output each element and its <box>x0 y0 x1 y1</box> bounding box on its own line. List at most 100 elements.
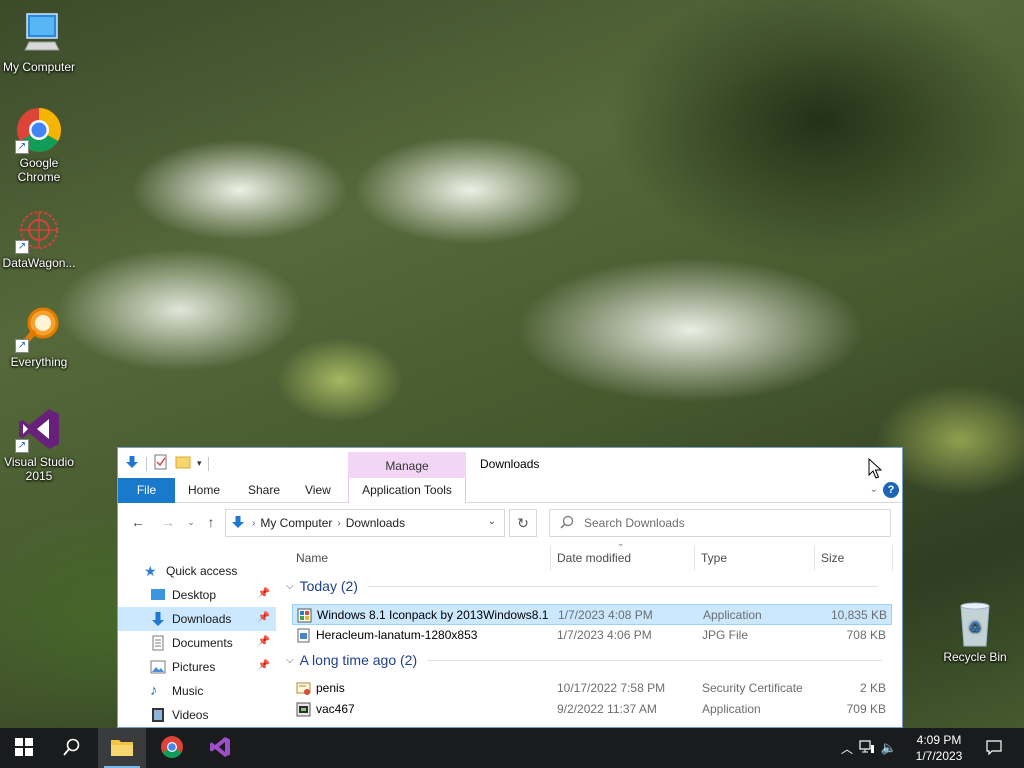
nav-music[interactable]: ♪ Music <box>118 679 276 703</box>
file-name: Heracleum-lanatum-1280x853 <box>316 628 478 642</box>
window-title: Downloads <box>480 457 540 471</box>
svg-text:♻: ♻ <box>969 620 982 636</box>
chevron-down-icon[interactable]: ▾ <box>197 458 202 469</box>
desktop-icon-my-computer[interactable]: My Computer <box>0 10 78 74</box>
breadcrumb-my-computer[interactable]: My Computer <box>260 516 332 530</box>
file-date: 1/7/2023 4:08 PM <box>558 608 653 622</box>
action-center-button[interactable] <box>974 728 1014 768</box>
taskbar-clock[interactable]: 4:09 PM 1/7/2023 <box>904 732 974 764</box>
downloads-folder-icon <box>150 611 166 627</box>
file-row[interactable]: Heracleum-lanatum-1280x853 1/7/2023 4:06… <box>292 625 892 646</box>
expand-ribbon-icon[interactable]: ⌄ <box>870 484 878 495</box>
computer-icon <box>15 10 63 58</box>
group-header-long-time-ago[interactable]: ⌵ A long time ago (2) <box>286 652 883 668</box>
taskbar-file-explorer[interactable] <box>98 728 146 768</box>
nav-videos[interactable]: Videos <box>118 703 276 727</box>
nav-desktop[interactable]: Desktop 📌 <box>118 583 276 607</box>
down-arrow-icon[interactable] <box>124 454 140 473</box>
pin-icon[interactable]: 📌 <box>258 660 270 671</box>
taskbar-visual-studio[interactable] <box>196 728 244 768</box>
column-header-name[interactable]: Name <box>296 548 328 568</box>
taskbar: ︿ 🔈 4:09 PM 1/7/2023 <box>0 728 1024 768</box>
desktop-icon-label: Google Chrome <box>17 156 61 184</box>
pin-icon[interactable]: 📌 <box>258 588 270 599</box>
column-header-size[interactable]: Size <box>821 548 844 568</box>
file-row[interactable]: penis 10/17/2022 7:58 PM Security Certif… <box>292 678 892 699</box>
mouse-cursor-icon <box>868 457 883 483</box>
chevron-down-icon[interactable]: ⌄ <box>488 516 496 527</box>
datawagon-icon: ↗ <box>15 206 63 254</box>
column-divider[interactable] <box>814 545 815 571</box>
file-row[interactable]: vac467 9/2/2022 11:37 AM Application 709… <box>292 699 892 720</box>
search-box[interactable]: Search Downloads <box>549 509 891 537</box>
taskbar-google-chrome[interactable] <box>148 728 196 768</box>
desktop-icon-recycle-bin[interactable]: ♻ Recycle Bin <box>936 600 1014 664</box>
application-file-icon <box>297 608 312 623</box>
desktop-icon-label: Recycle Bin <box>943 650 1007 664</box>
tab-home[interactable]: Home <box>182 478 226 503</box>
desktop-icon-everything[interactable]: ↗ Everything <box>0 305 78 369</box>
file-name: penis <box>316 681 345 695</box>
tab-view[interactable]: View <box>299 478 337 503</box>
address-bar[interactable]: › My Computer › Downloads ⌄ <box>225 509 505 537</box>
back-arrow-icon[interactable]: ← <box>130 514 146 530</box>
column-header-type[interactable]: Type <box>701 548 727 568</box>
nav-downloads[interactable]: Downloads 📌 <box>118 607 276 631</box>
chevron-up-icon[interactable]: ︿ <box>838 740 856 757</box>
nav-label: Quick access <box>166 564 238 578</box>
recent-locations-icon[interactable]: ⌄ <box>183 514 199 530</box>
file-date: 1/7/2023 4:06 PM <box>557 628 652 642</box>
nav-quick-access[interactable]: ★ Quick access <box>118 559 276 583</box>
ribbon-tabs: File Home Share View Application Tools <box>118 478 902 503</box>
pin-icon[interactable]: 📌 <box>258 612 270 623</box>
properties-icon[interactable] <box>153 454 169 473</box>
nav-documents[interactable]: Documents 📌 <box>118 631 276 655</box>
toolbar-separator <box>146 456 147 471</box>
download-location-icon <box>230 514 246 533</box>
file-size: 708 KB <box>846 628 886 642</box>
nav-label: Pictures <box>172 660 216 674</box>
shortcut-arrow-icon: ↗ <box>15 439 29 453</box>
shortcut-arrow-icon: ↗ <box>15 339 29 353</box>
desktop-icon-label: My Computer <box>2 60 76 74</box>
navigation-bar: ← → ⌄ ↑ › My Computer › Downloads ⌄ ↻ Se… <box>118 506 902 538</box>
column-divider[interactable] <box>892 545 893 571</box>
column-header-date-modified[interactable]: Date modified <box>557 548 631 568</box>
magnifier-icon: ↗ <box>15 305 63 353</box>
breadcrumb-downloads[interactable]: Downloads <box>346 516 405 530</box>
notification-icon <box>986 739 1002 758</box>
title-bar[interactable]: ▾ Manage Downloads <box>118 448 902 502</box>
chevron-down-icon: ⌵ <box>286 580 294 592</box>
column-divider[interactable] <box>550 545 551 571</box>
volume-icon[interactable]: 🔈 <box>878 740 900 756</box>
search-button[interactable] <box>48 728 96 768</box>
search-icon <box>63 738 81 759</box>
manage-tab[interactable]: Manage <box>348 459 466 473</box>
nav-pictures[interactable]: Pictures 📌 <box>118 655 276 679</box>
refresh-icon[interactable]: ↻ <box>509 509 537 537</box>
recycle-bin-icon: ♻ <box>951 600 999 648</box>
file-size: 709 KB <box>846 702 886 716</box>
pin-icon[interactable]: 📌 <box>258 636 270 647</box>
desktop-icon-datawagon[interactable]: ↗ DataWagon... <box>0 206 78 270</box>
desktop-icon-google-chrome[interactable]: ↗ Google Chrome <box>0 106 78 184</box>
help-icon[interactable]: ? <box>883 482 899 498</box>
navigation-pane: ★ Quick access Desktop 📌 Downloads 📌 Doc… <box>118 538 278 727</box>
up-arrow-icon[interactable]: ↑ <box>203 514 219 530</box>
explorer-window[interactable]: ▾ Manage Downloads File Home Share View … <box>117 447 903 728</box>
column-divider[interactable] <box>694 545 695 571</box>
new-folder-icon[interactable] <box>175 454 191 473</box>
start-button[interactable] <box>0 728 48 768</box>
file-row[interactable]: Windows 8.1 Iconpack by 2013Windows8.1 1… <box>292 604 892 625</box>
group-header-today[interactable]: ⌵ Today (2) <box>286 578 878 594</box>
network-icon[interactable] <box>856 739 878 757</box>
file-size: 2 KB <box>859 681 886 695</box>
forward-arrow-icon[interactable]: → <box>160 514 176 530</box>
tab-share[interactable]: Share <box>242 478 286 503</box>
desktop-icon-visual-studio[interactable]: ↗ Visual Studio 2015 <box>0 405 78 483</box>
tab-application-tools[interactable]: Application Tools <box>348 478 466 503</box>
file-size: 10,835 KB <box>830 608 887 622</box>
tab-file[interactable]: File <box>118 478 175 503</box>
shortcut-arrow-icon: ↗ <box>15 240 29 254</box>
search-icon <box>560 515 574 532</box>
